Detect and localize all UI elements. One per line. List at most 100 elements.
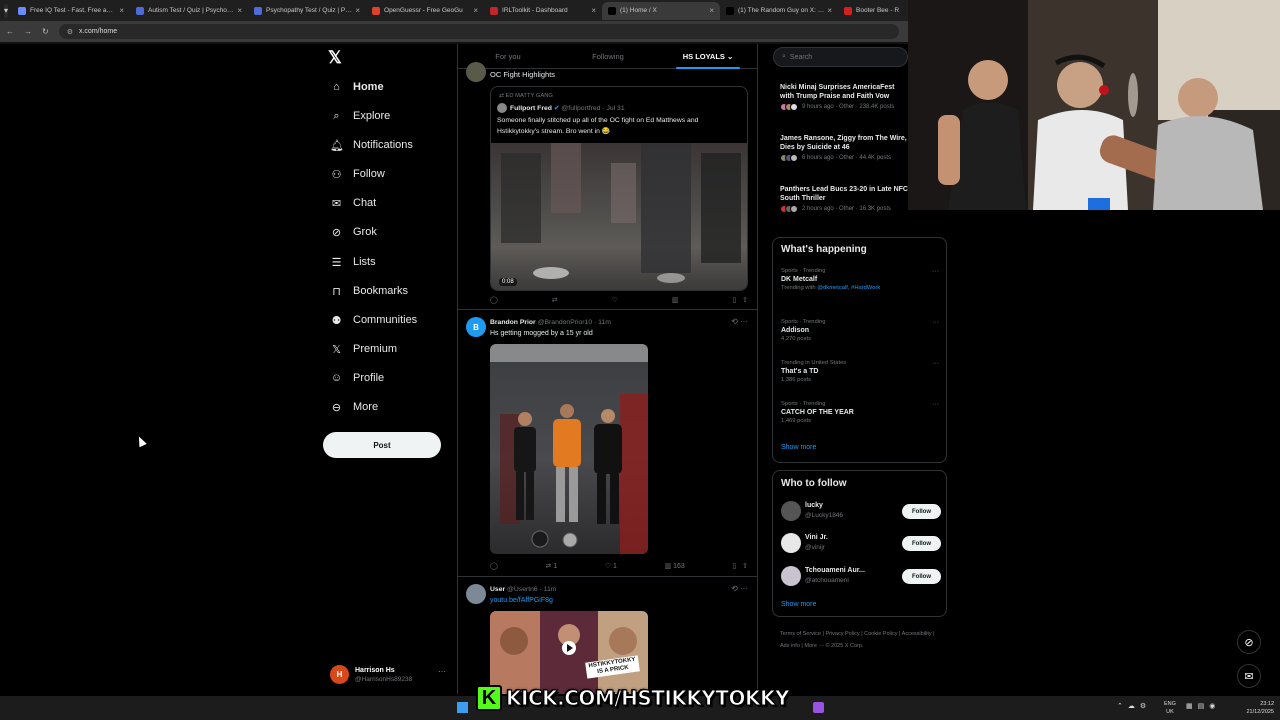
sidebar-item-label: Explore [353,110,391,122]
follow-suggestion[interactable]: Tchouameni Aur... @atchouameni Follow [781,564,941,588]
sidebar-item-home[interactable]: ⌂ Home [330,77,383,97]
language-indicator[interactable]: ENG UK [1164,700,1176,716]
tab-hs-loyals[interactable]: HS LOYALS ⌄ [658,44,757,69]
sidebar-item-chat[interactable]: ✉ Chat [330,193,376,213]
tweet-link[interactable]: youtu.be/fAffPGiF8g [490,597,553,604]
sidebar-item-premium[interactable]: 𝕏 Premium [330,339,397,359]
trend-more-icon[interactable]: ··· [932,319,939,326]
follow-suggestion[interactable]: Vini Jr. @vinijr Follow [781,531,941,555]
grok-icon[interactable]: ⊘ [1237,630,1261,654]
trend-item[interactable]: Trending in United States That's a TD 1,38… [781,360,941,383]
messages-icon[interactable]: ✉ [1237,664,1261,688]
browser-tab[interactable]: (1) The Random Guy on X: "@Y × [720,2,838,20]
footer-links[interactable]: Terms of Service | Privacy Policy | Cook… [780,628,940,652]
back-icon[interactable]: ← [6,27,14,36]
x-logo[interactable]: 𝕏 [328,48,342,68]
tweet[interactable]: B Brandon Prior @BrandonPrior10 · 11m ⟲ … [458,311,757,577]
trend-links[interactable]: @dkmetcalf, #HardWork [817,285,880,291]
trend-more-icon[interactable]: ··· [932,401,939,408]
tab-search-icon[interactable]: ▾ [4,3,9,18]
retweet-icon[interactable]: ⇄ [552,296,558,304]
follow-suggestion[interactable]: lucky @Lucky1846 Follow [781,499,941,523]
trend-item[interactable]: Sports · Trending CATCH OF THE YEAR 1,469 … [781,401,941,424]
sidebar-item-communities[interactable]: ⚉ Communities [330,310,418,330]
chevron-down-icon[interactable]: ⌄ [727,52,733,61]
sidebar-item-profile[interactable]: ☺ Profile [330,368,384,388]
tweet-more-icon[interactable]: ⟲ ··· [731,584,748,593]
close-icon[interactable]: × [237,6,242,15]
reply-icon[interactable]: ◯ [490,562,498,570]
close-icon[interactable]: × [119,6,124,15]
follow-button[interactable]: Follow [902,569,941,584]
trend-more-icon[interactable]: ··· [932,268,939,275]
trend-item[interactable]: Sports · Trending DK Metcalf Trending with… [781,268,941,291]
screen: ▾ Free IQ Test - Fast, Free and Ac × Autis… [0,0,1280,720]
browser-tab[interactable]: Autism Test / Quiz | Psycholog × [130,2,248,20]
close-icon[interactable]: × [827,6,832,15]
follow-button[interactable]: Follow [902,504,941,519]
like-icon[interactable]: ♡ 1 [605,562,617,570]
trend-posts: 1,469 posts [781,418,941,424]
bookmark-icon[interactable]: ▯ ⇧ [732,562,748,570]
tweet-image[interactable] [490,344,648,554]
video-player[interactable]: 0:08 [491,143,747,290]
follow-handle: @Lucky1846 [805,512,844,519]
account-switcher[interactable]: H Harrison Hs @HarrisonHs89238 ··· [330,663,450,685]
close-icon[interactable]: × [709,6,714,15]
news-item[interactable]: Nicki Minaj Surprises AmericaFest with T… [780,83,910,111]
favicon-icon [726,6,735,15]
close-icon[interactable]: × [591,6,596,15]
tab-following[interactable]: Following [558,44,658,68]
taskbar-app-icon[interactable] [813,702,824,713]
trend-posts-text: 1,386 posts [781,377,811,383]
tweet-more-icon[interactable]: ⟲ ··· [731,317,748,326]
taskbar-clock[interactable]: 23:12 21/12/2025 [1246,700,1274,716]
browser-tab[interactable]: Free IQ Test - Fast, Free and Ac × [12,2,130,20]
close-icon[interactable]: × [473,6,478,15]
address-bar[interactable]: ⚙ x.com/home [58,24,899,39]
views-icon[interactable]: ▥ [672,296,679,304]
retweet-icon[interactable]: ⇄ 1 [545,562,557,570]
reply-icon[interactable]: ◯ [490,296,498,304]
browser-tab[interactable]: Psychopathy Test / Quiz | Psych × [248,2,366,20]
browser-tab[interactable]: IRLToolkit - Dashboard × [484,2,602,20]
tweet-actions: ◯ ⇄ 1 ♡ 1 ▥ 163 ▯ ⇧ [490,562,748,570]
close-icon[interactable]: × [355,6,360,15]
tweet[interactable]: User @Usertn6 · 11m ⟲ ··· youtu.be/fAffP… [458,578,757,694]
news-item[interactable]: Panthers Lead Bucs 23-20 in Late NFC Sou… [780,185,910,213]
search-input[interactable]: ⌕ Search [773,47,908,67]
like-icon[interactable]: ♡ [612,296,618,304]
browser-tab[interactable]: OpenGuessr - Free GeoGu × [366,2,484,20]
windows-start-icon[interactable] [457,702,468,713]
post-button[interactable]: Post [323,432,441,458]
tray-icons[interactable]: ⌃☁⚙ [1117,702,1151,710]
forward-icon[interactable]: → [24,27,32,36]
news-item[interactable]: James Ransone, Ziggy from The Wire, Dies… [780,134,910,162]
sidebar-item-explore[interactable]: ⌕ Explore [330,106,390,126]
sidebar-item-notifications[interactable]: 🔔︎ Notifications [330,135,413,155]
quoted-tweet[interactable]: ⇄ ED MATTY GANG Fullport Fred ✔ @fullpor… [490,86,748,291]
trend-more-icon[interactable]: ··· [932,360,939,367]
avatar-stack [780,154,798,162]
tweet[interactable]: OC Fight Highlights ⇄ ED MATTY GANG Full… [458,62,757,310]
video-thumbnail[interactable]: HSTIKKYTOKKY IS A PRICK [490,611,648,694]
sidebar-item-bookmarks[interactable]: ⊓ Bookmarks [330,281,408,301]
show-more-link[interactable]: Show more [781,601,816,608]
quote-text: Someone finally stitched up all of the O… [497,117,699,124]
account-more-icon[interactable]: ··· [438,667,446,676]
follow-button[interactable]: Follow [902,536,941,551]
bookmark-icon[interactable]: ▯ ⇧ [732,296,748,304]
site-info-icon[interactable]: ⚙ [67,28,73,36]
sidebar-item-more[interactable]: ⊖ More [330,397,378,417]
trend-name: Addison [781,327,809,334]
trend-item[interactable]: Sports · Trending Addison 4,270 posts ··· [781,319,941,342]
tray-status-icons[interactable]: ▦▤◉ [1186,702,1220,710]
reload-icon[interactable]: ↻ [42,27,49,36]
sidebar-item-lists[interactable]: ☰ Lists [330,252,376,272]
sidebar-item-grok[interactable]: ⊘ Grok [330,222,377,242]
sidebar-item-label: Notifications [353,139,413,151]
sidebar-item-follow[interactable]: ⚇ Follow [330,164,385,184]
views-icon[interactable]: ▥ 163 [665,562,685,570]
browser-tab[interactable]: (1) Home / X × [602,1,721,20]
show-more-link[interactable]: Show more [781,444,816,451]
